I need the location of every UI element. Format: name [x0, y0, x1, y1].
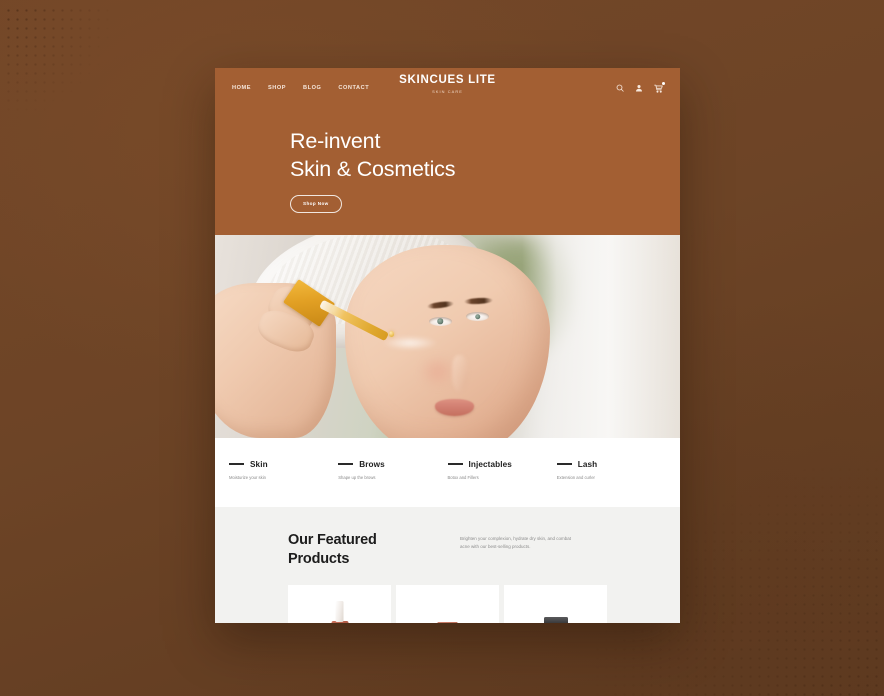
main-navigation: HOME SHOP BLOG CONTACT — [232, 85, 369, 91]
nav-item-blog[interactable]: BLOG — [303, 85, 321, 91]
category-item-injectables[interactable]: Injectables Botox and Fillers — [447, 459, 557, 482]
iris-right — [474, 314, 481, 320]
category-description: Botox and Fillers — [447, 474, 479, 480]
category-heading: Injectables — [447, 459, 549, 469]
iris-left — [437, 318, 444, 324]
hero-image — [215, 234, 680, 438]
cart-badge — [661, 81, 665, 85]
product-card[interactable]: SKINCUES cream — [396, 585, 499, 623]
featured-title: Our Featured Products — [288, 531, 438, 569]
serum-cap — [335, 601, 344, 623]
nav-item-home[interactable]: HOME — [232, 85, 251, 91]
hero-heading: Re-invent Skin & Cosmetics — [290, 127, 680, 183]
product-card[interactable]: SKINCUES parfum — [504, 585, 607, 623]
user-icon[interactable] — [635, 84, 643, 92]
serum-bottle: SKINCUES serum — [331, 601, 348, 623]
perfume-cap — [543, 617, 568, 623]
category-heading: Brows — [338, 460, 439, 469]
category-item-lash[interactable]: Lash Extension and curler — [556, 459, 666, 482]
category-description: Moisturize your skin — [229, 474, 267, 480]
category-title: Skin — [250, 459, 268, 469]
dash-icon — [556, 463, 572, 465]
cart-icon[interactable] — [654, 81, 665, 93]
featured-description: Brighten your complexion, hydrate dry sk… — [460, 536, 572, 550]
nav-item-shop[interactable]: SHOP — [268, 85, 286, 91]
dash-icon — [229, 463, 244, 465]
lips — [435, 398, 475, 416]
category-title: Brows — [359, 459, 385, 469]
featured-products-section: Our Featured Products Brighten your comp… — [215, 507, 680, 623]
site-header: HOME SHOP BLOG CONTACT SKINCUES LITE SKI… — [215, 68, 680, 108]
category-heading: Skin — [229, 460, 330, 469]
nav-item-contact[interactable]: CONTACT — [338, 85, 369, 91]
category-item-skin[interactable]: Skin Moisturize your skin — [229, 460, 338, 482]
search-icon[interactable] — [616, 84, 624, 92]
product-card-list: SKINCUES serum SKINCUES cream — [215, 569, 680, 623]
cheek-highlight — [418, 354, 456, 389]
category-description: Shape up the brows — [338, 474, 376, 480]
category-item-brows[interactable]: Brows Shape up the brows — [338, 460, 447, 482]
category-title: Injectables — [468, 459, 512, 469]
category-strip: Skin Moisturize your skin Brows Shape up… — [215, 437, 680, 508]
product-image-serum: SKINCUES serum — [331, 601, 348, 623]
featured-header: Our Featured Products Brighten your comp… — [215, 531, 680, 569]
cream-tube: SKINCUES cream — [434, 622, 461, 623]
featured-title-line1: Our Featured — [288, 532, 377, 549]
category-heading: Lash — [556, 459, 658, 469]
featured-title-line2: Products — [288, 551, 350, 568]
skin-sheen — [382, 336, 439, 351]
eyebrow-right — [463, 296, 493, 305]
dash-icon — [338, 463, 354, 465]
hero-heading-line1: Re-invent — [290, 129, 381, 153]
backdrop-dots-top-left — [4, 6, 116, 118]
category-description: Extension and curler — [556, 474, 595, 480]
eye-right — [465, 312, 490, 322]
dash-icon — [447, 463, 463, 465]
product-image-tube: SKINCUES cream — [434, 622, 461, 623]
hero-section: Re-invent Skin & Cosmetics Shop Now — [215, 108, 680, 235]
hero-heading-line2: Skin & Cosmetics — [290, 157, 456, 181]
header-tools — [616, 81, 665, 93]
model-face — [345, 244, 550, 438]
eyebrow-left — [426, 300, 454, 310]
eye-left — [429, 316, 452, 326]
product-card[interactable]: SKINCUES serum — [288, 585, 391, 623]
website-mockup: HOME SHOP BLOG CONTACT SKINCUES LITE SKI… — [215, 68, 680, 623]
category-title: Lash — [577, 459, 598, 469]
shop-now-button[interactable]: Shop Now — [290, 195, 342, 213]
